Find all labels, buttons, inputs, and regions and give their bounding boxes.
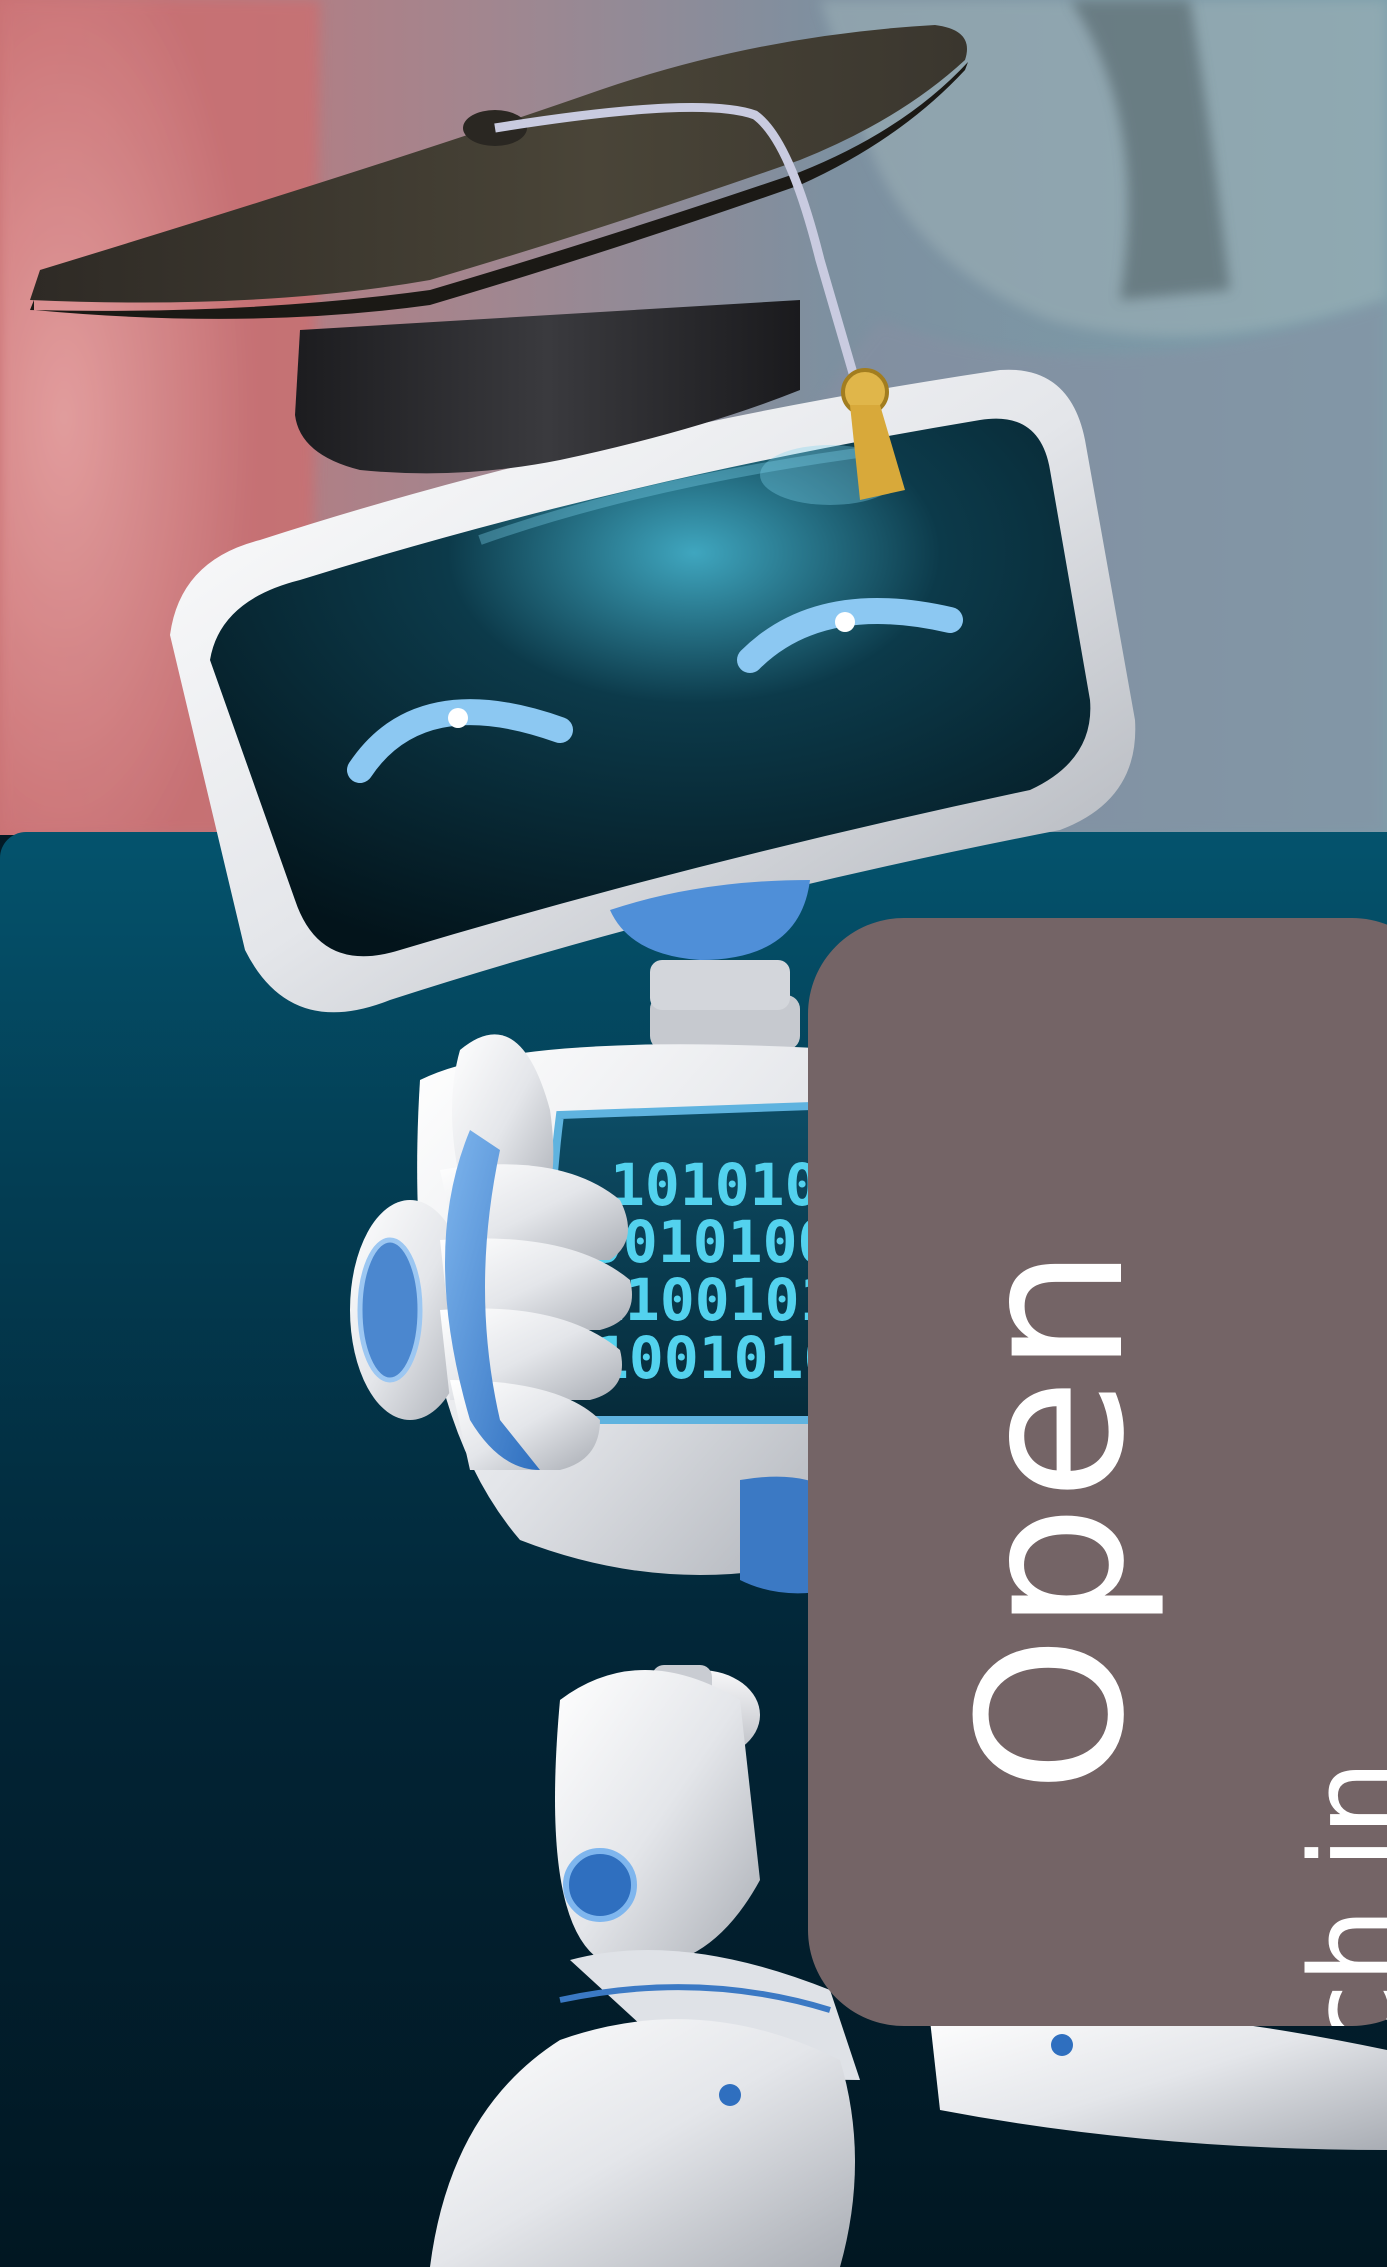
robot-head	[170, 369, 1136, 1013]
robot-neck	[650, 960, 790, 1010]
card-side-text: Tech in	[1286, 1759, 1387, 2026]
card-title: Open	[936, 1242, 1169, 1794]
open-card[interactable]: Open Tech in	[808, 918, 1387, 2026]
svg-text:1001010: 1001010	[594, 1324, 838, 1392]
